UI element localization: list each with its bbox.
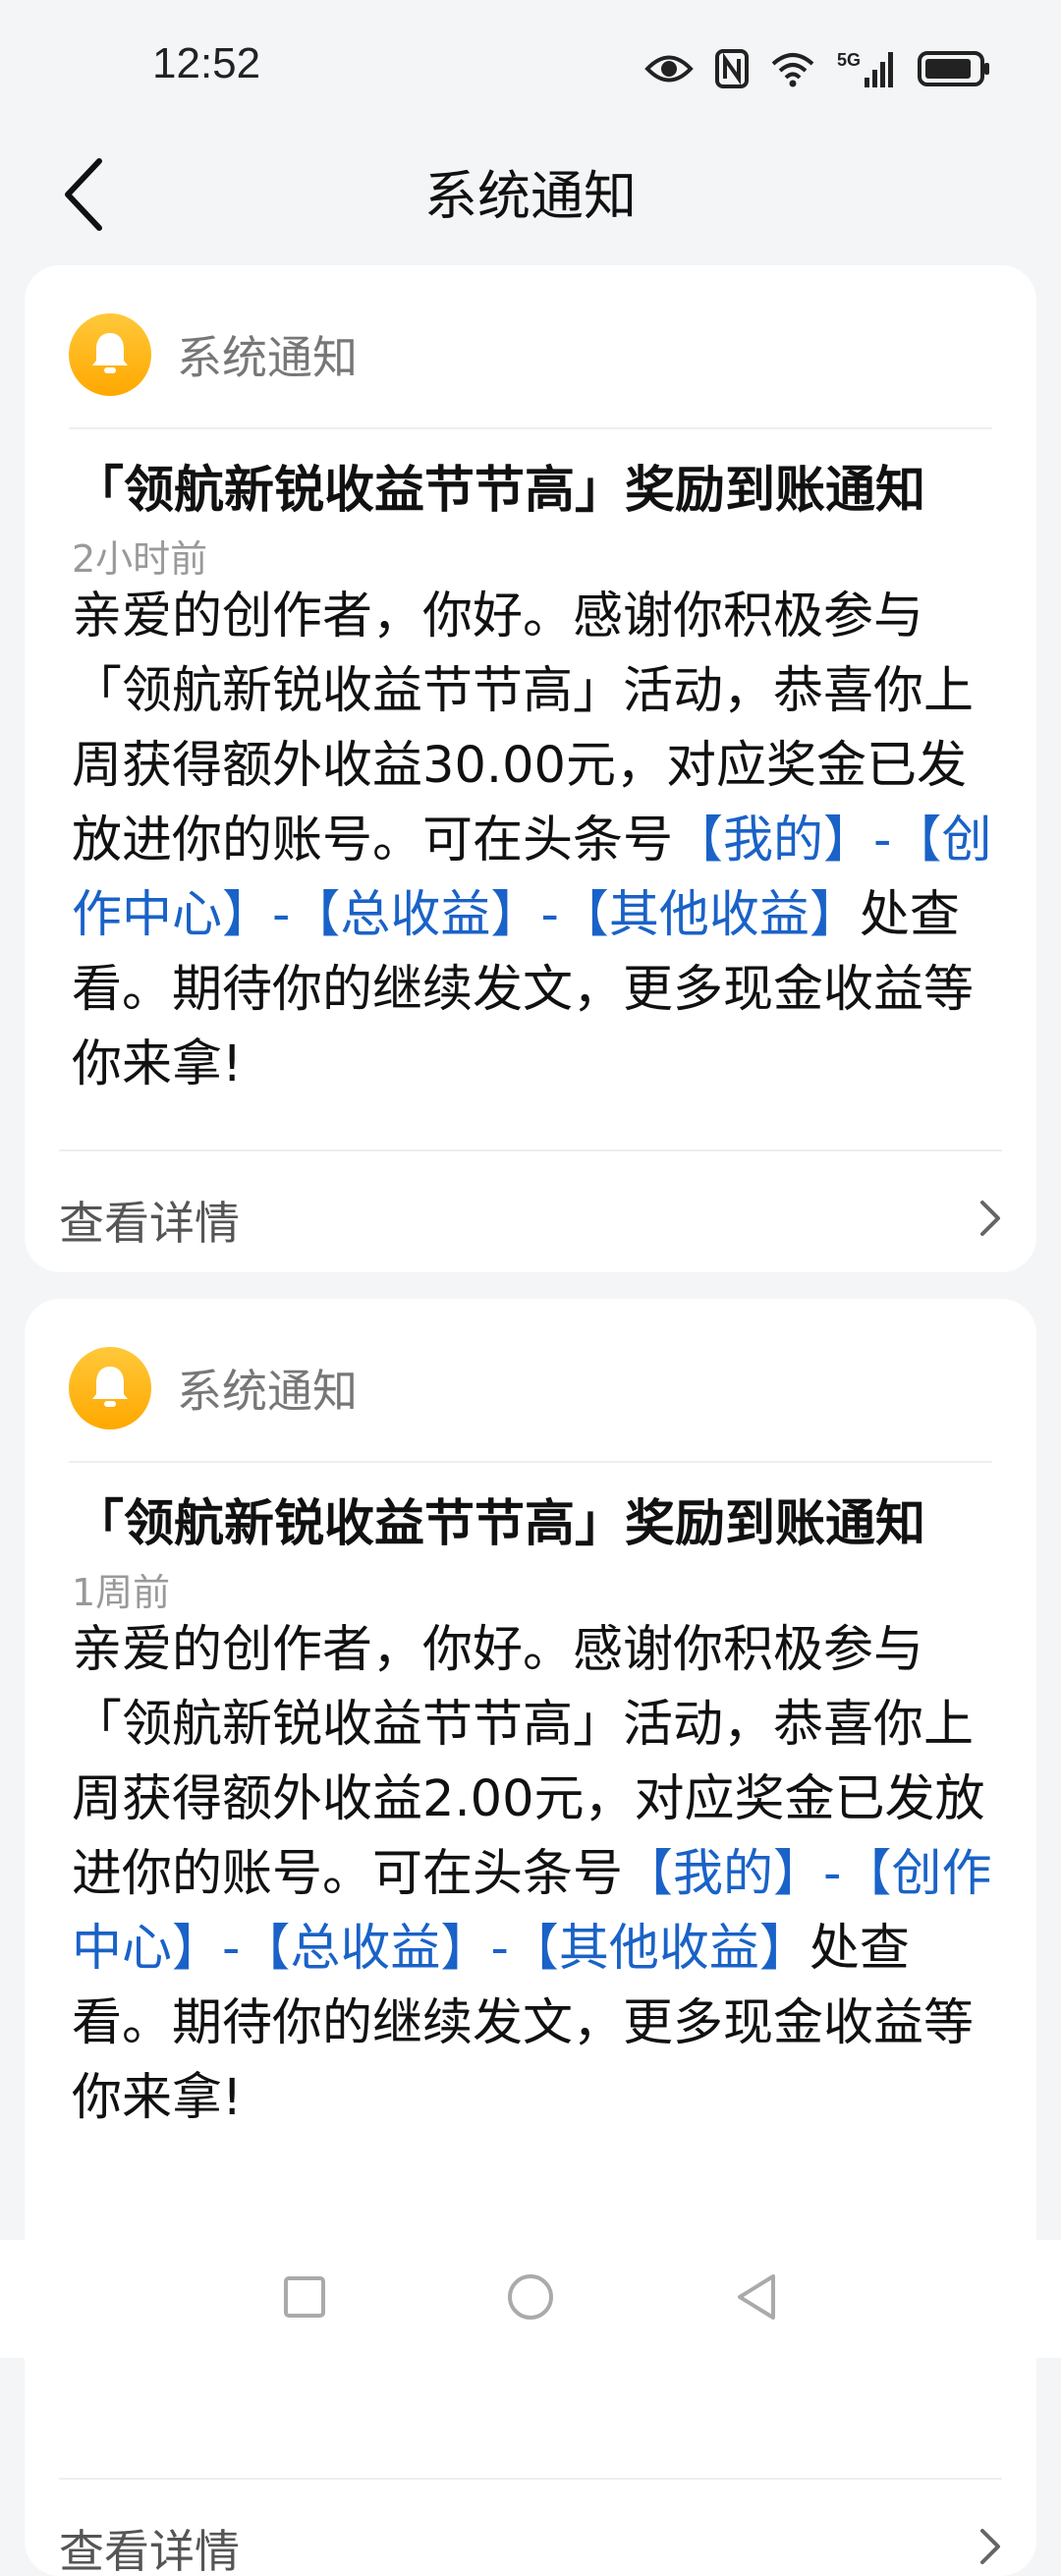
- notification-title: 「领航新锐收益节节高」奖励到账通知: [74, 462, 926, 520]
- home-button[interactable]: [491, 2265, 570, 2333]
- link-other-earnings[interactable]: 【其他收益】: [559, 886, 860, 944]
- bell-avatar: [69, 312, 151, 396]
- eye-icon: [644, 52, 694, 85]
- status-icons: 5G: [644, 44, 992, 93]
- chevron-right-icon: [978, 1199, 1002, 1242]
- square-icon: [282, 2274, 327, 2324]
- top-bar: 系统通知: [0, 138, 1061, 255]
- card-header-label: 系统通知: [177, 330, 358, 384]
- notification-card: 系统通知 「领航新锐收益节节高」奖励到账通知 2小时前 亲爱的创作者，你好。感谢…: [25, 265, 1036, 1272]
- wifi-icon: [770, 50, 815, 87]
- notification-time: 1周前: [72, 1571, 171, 1614]
- status-time: 12:52: [152, 39, 261, 87]
- status-bar: 12:52 5G: [0, 0, 1061, 138]
- 5g-signal-icon: 5G: [837, 50, 896, 87]
- separator: -: [490, 1920, 509, 1978]
- divider: [69, 427, 992, 429]
- bell-avatar: [69, 1346, 151, 1429]
- battery-icon: [918, 50, 992, 87]
- link-total-earnings[interactable]: 【总收益】: [240, 1920, 490, 1978]
- bell-icon: [88, 1363, 132, 1414]
- recents-button[interactable]: [265, 2265, 344, 2333]
- notification-time: 2小时前: [72, 537, 208, 581]
- divider: [59, 2478, 1002, 2480]
- bell-icon: [88, 329, 132, 380]
- view-details-label: 查看详情: [59, 1197, 240, 1250]
- chevron-right-icon: [978, 2527, 1002, 2570]
- back-nav-button[interactable]: [717, 2265, 796, 2333]
- link-mine[interactable]: 【我的】: [623, 1845, 823, 1903]
- view-details-button[interactable]: 查看详情: [59, 2490, 1002, 2576]
- notification-title: 「领航新锐收益节节高」奖励到账通知: [74, 1495, 926, 1553]
- circle-icon: [506, 2272, 555, 2325]
- separator: -: [272, 886, 291, 944]
- notification-body: 亲爱的创作者，你好。感谢你积极参与「领航新锐收益节节高」活动，恭喜你上周获得额外…: [72, 580, 997, 1102]
- card-header-label: 系统通知: [177, 1364, 358, 1418]
- separator: -: [540, 886, 559, 944]
- notification-body: 亲爱的创作者，你好。感谢你积极参与「领航新锐收益节节高」活动，恭喜你上周获得额外…: [72, 1613, 997, 2136]
- link-mine[interactable]: 【我的】: [673, 812, 873, 869]
- view-details-button[interactable]: 查看详情: [59, 1161, 1002, 1272]
- separator: -: [222, 1920, 241, 1978]
- nfc-icon: [714, 49, 749, 88]
- link-total-earnings[interactable]: 【总收益】: [290, 886, 540, 944]
- page-title: 系统通知: [424, 165, 637, 227]
- system-nav-bar: [0, 2240, 1061, 2358]
- separator: -: [823, 1845, 842, 1903]
- separator: -: [873, 812, 892, 869]
- view-details-label: 查看详情: [59, 2525, 240, 2576]
- card-header: 系统通知: [69, 312, 358, 396]
- network-label: 5G: [836, 50, 861, 70]
- triangle-back-icon: [734, 2272, 779, 2325]
- divider: [69, 1461, 992, 1463]
- divider: [59, 1149, 1002, 1151]
- notification-card: 系统通知 「领航新锐收益节节高」奖励到账通知 1周前 亲爱的创作者，你好。感谢你…: [25, 1299, 1036, 2576]
- link-other-earnings[interactable]: 【其他收益】: [509, 1920, 810, 1978]
- card-header: 系统通知: [69, 1346, 358, 1429]
